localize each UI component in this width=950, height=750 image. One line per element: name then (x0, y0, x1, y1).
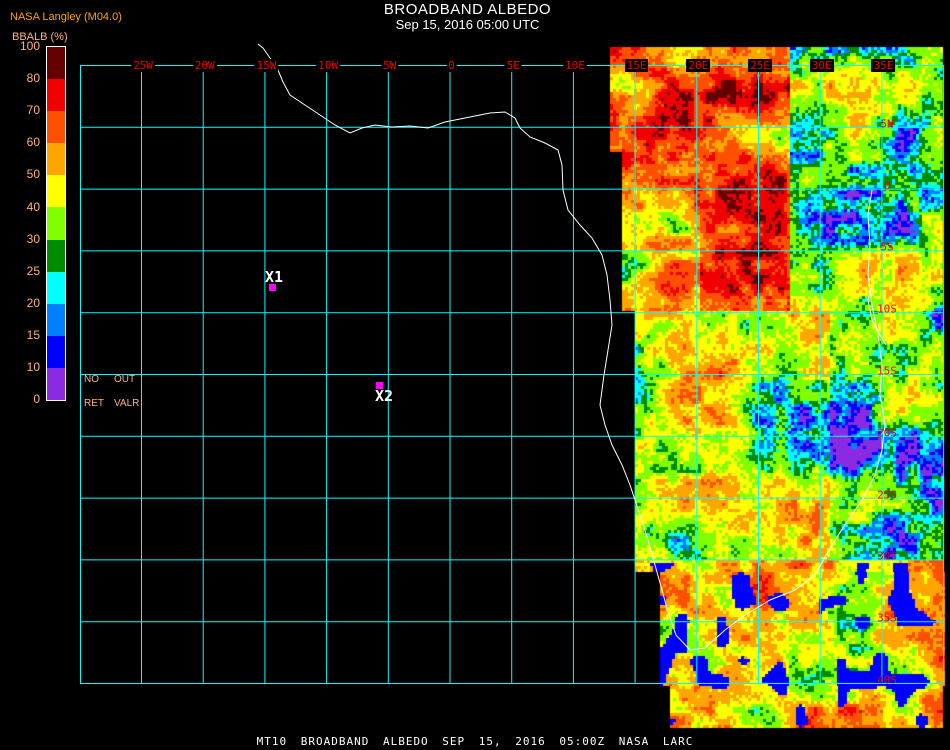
out-label: OUT (114, 374, 136, 385)
color-bar-tick: 25 (26, 263, 40, 278)
coastline (257, 43, 886, 651)
color-bar-tick: 10 (26, 360, 40, 374)
color-bar-segment (47, 367, 65, 401)
color-bar-segment (47, 143, 65, 176)
longitude-label: 5E (504, 59, 522, 72)
color-bar-segment (47, 335, 65, 368)
map-overlay (80, 43, 945, 684)
longitude-label: 15W (254, 59, 279, 72)
chart-title: BROADBAND ALBEDO (383, 1, 552, 18)
longitude-label: 20W (192, 59, 217, 72)
color-bar-segment (47, 79, 65, 112)
latitude-label: 15S (877, 364, 897, 378)
color-bar-tick: 50 (26, 167, 40, 182)
color-bar-tick: 40 (26, 199, 40, 214)
longitude-label: 10W (316, 59, 341, 72)
lat-lon-grid (80, 65, 945, 684)
latitude-label: 5S (880, 240, 894, 254)
color-bar-tick: 20 (26, 295, 40, 310)
chart-subtitle: Sep 15, 2016 05:00 UTC (395, 17, 540, 32)
longitude-label: 25W (131, 59, 155, 72)
longitude-label: 30E (809, 59, 834, 72)
no-label: NO (84, 374, 99, 385)
valr-label: VALR (114, 398, 140, 409)
color-bar-tick: 80 (26, 71, 40, 86)
color-bar-segment (47, 111, 65, 144)
color-bar-segment (47, 207, 65, 240)
color-bar-segment (47, 271, 65, 304)
longitude-label: 35E (871, 59, 896, 72)
latitude-label: 40S (877, 673, 897, 687)
color-bar-tick: 60 (26, 135, 40, 150)
color-bar-segment (47, 47, 65, 80)
color-bar-tick: 100 (19, 39, 40, 53)
footer-caption: MT10 BROADBAND ALBEDO SEP 15, 2016 05:00… (256, 735, 694, 748)
latitude-label: 0 (883, 179, 891, 193)
latitude-label: 25S (877, 488, 897, 502)
color-bar-tick: 70 (26, 103, 40, 118)
ret-label: RET (84, 398, 104, 409)
color-bar-segment (47, 175, 65, 208)
color-bar-tick: 30 (26, 231, 40, 246)
longitude-label: 5W (381, 59, 399, 72)
longitude-label: 0 (446, 59, 457, 72)
color-bar-tick: 15 (26, 327, 40, 342)
producer-label: NASA Langley (M04.0) (10, 11, 122, 23)
color-bar-segment (47, 239, 65, 272)
color-bar-tick: 0 (33, 392, 40, 407)
longitude-label: 20E (686, 59, 711, 72)
color-bar-segment (47, 303, 65, 336)
latitude-label: 30S (877, 549, 897, 563)
latitude-label: 35S (877, 611, 897, 625)
longitude-label: 10E (562, 59, 587, 72)
color-bar (46, 46, 66, 401)
marker-x1-label: X1 (265, 268, 284, 286)
longitude-label: 25E (748, 59, 772, 72)
marker-x2-label: X2 (375, 387, 394, 405)
latitude-label: 5N (880, 117, 894, 131)
longitude-label: 15E (624, 59, 649, 72)
latitude-label: 20S (877, 426, 897, 440)
latitude-label: 10S (877, 302, 897, 316)
